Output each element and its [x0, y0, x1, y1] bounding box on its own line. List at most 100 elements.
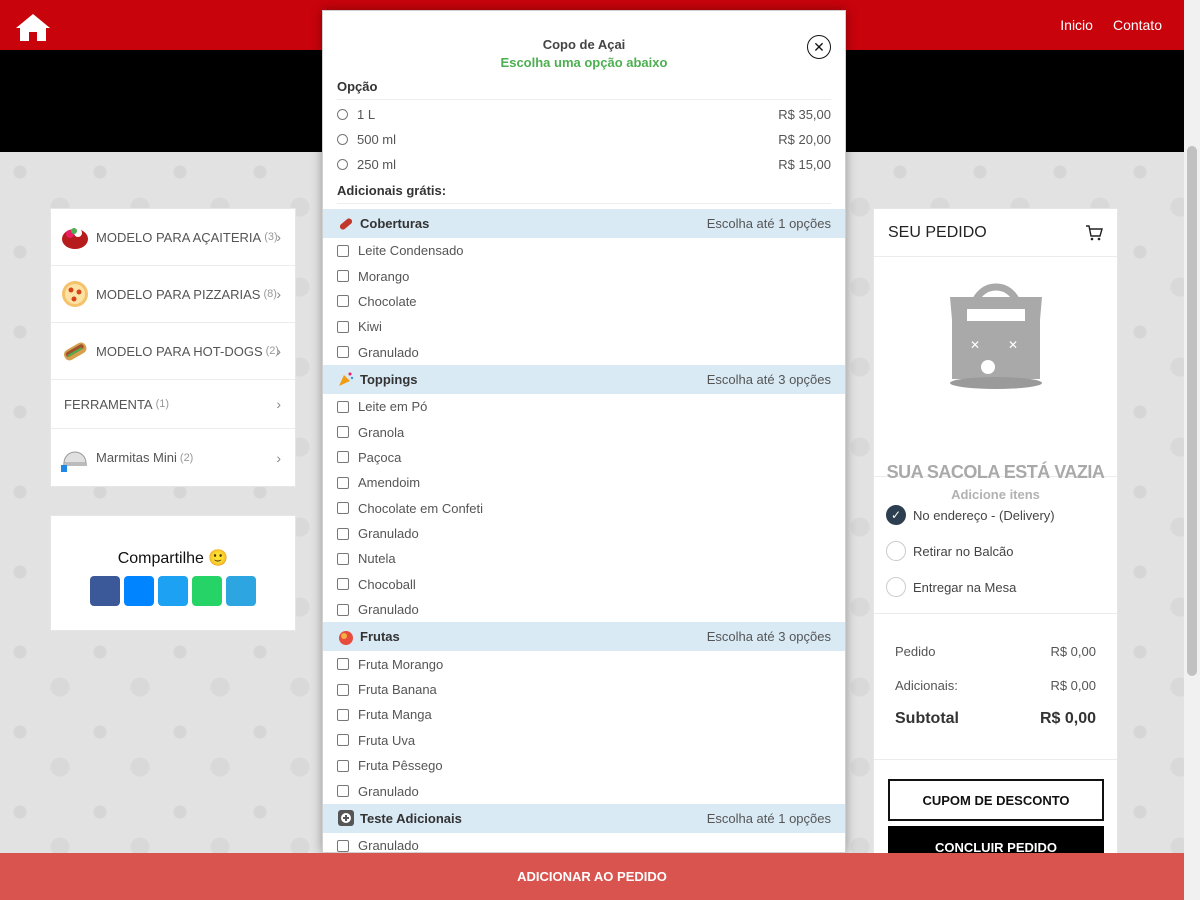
telegram-icon[interactable]: [226, 576, 256, 606]
checkbox[interactable]: [337, 734, 349, 747]
checkbox[interactable]: [337, 426, 349, 439]
nav-link-contato[interactable]: Contato: [1113, 17, 1162, 33]
radio-circle-icon[interactable]: [886, 577, 906, 597]
addon-item[interactable]: Amendoim: [323, 470, 845, 495]
addon-item[interactable]: Fruta Uva: [323, 728, 845, 753]
chevron-right-icon: ›: [276, 343, 281, 359]
category-item-acaiteria[interactable]: MODELO PARA AÇAITERIA (3) ›: [51, 209, 295, 266]
checkbox[interactable]: [337, 785, 349, 798]
category-item-hotdogs[interactable]: MODELO PARA HOT-DOGS (2) ›: [51, 323, 295, 380]
checkbox[interactable]: [337, 658, 349, 671]
addon-item[interactable]: Granulado: [323, 340, 845, 365]
delivery-option-label: Entregar na Mesa: [913, 579, 1017, 595]
checkbox[interactable]: [337, 451, 349, 464]
addon-group-header: Coberturas Escolha até 1 opções: [323, 209, 845, 238]
addon-item[interactable]: Fruta Morango: [323, 651, 845, 676]
addon-group-limit: Escolha até 1 opções: [706, 810, 831, 826]
addon-item[interactable]: Fruta Pêssego: [323, 753, 845, 778]
addon-item[interactable]: Kiwi: [323, 314, 845, 339]
checkbox[interactable]: [337, 400, 349, 413]
addon-item[interactable]: Chocolate: [323, 289, 845, 314]
messenger-icon[interactable]: [124, 576, 154, 606]
nav-link-inicio[interactable]: Inicio: [1060, 17, 1093, 33]
addon-item-label: Fruta Banana: [358, 682, 437, 698]
addon-group-limit: Escolha até 3 opções: [706, 629, 831, 645]
category-count: (2): [179, 451, 194, 464]
facebook-icon[interactable]: [90, 576, 120, 606]
coupon-button[interactable]: CUPOM DE DESCONTO: [888, 779, 1104, 821]
addon-item[interactable]: Nutela: [323, 546, 845, 571]
checkbox[interactable]: [337, 295, 349, 308]
delivery-option-table[interactable]: Entregar na Mesa: [886, 569, 1105, 605]
addon-item[interactable]: Leite Condensado: [323, 238, 845, 263]
checkbox[interactable]: [337, 708, 349, 721]
addon-group-name: Coberturas: [360, 216, 430, 231]
addon-item-label: Granulado: [358, 526, 419, 542]
size-option[interactable]: 500 ml R$ 20,00: [323, 127, 845, 152]
delivery-option-address[interactable]: ✓ No endereço - (Delivery): [886, 497, 1105, 533]
checkbox[interactable]: [337, 346, 349, 359]
addon-item[interactable]: Leite em Pó: [323, 394, 845, 419]
checkbox[interactable]: [337, 759, 349, 772]
subtotal-label: Subtotal: [895, 710, 959, 727]
order-header: SEU PEDIDO: [874, 209, 1117, 257]
cart-icon[interactable]: [1085, 224, 1103, 241]
option-label: 500 ml: [357, 132, 397, 147]
empty-bag-area: ✕ ✕ SUA SACOLA ESTÁ VAZIA Adicione itens: [874, 257, 1117, 502]
addon-item[interactable]: Granulado: [323, 833, 845, 853]
radio-button[interactable]: [337, 134, 348, 145]
addon-item[interactable]: Granulado: [323, 521, 845, 546]
addon-item[interactable]: Granola: [323, 419, 845, 444]
radio-button[interactable]: [337, 159, 348, 170]
radio-circle-icon[interactable]: [886, 541, 906, 561]
addon-item[interactable]: Granulado: [323, 597, 845, 622]
size-option[interactable]: 250 ml R$ 15,00: [323, 152, 845, 177]
option-label: 250 ml: [357, 157, 397, 172]
addon-item-label: Leite em Pó: [358, 399, 428, 415]
checkbox[interactable]: [337, 320, 349, 333]
category-item-pizzarias[interactable]: MODELO PARA PIZZARIAS (8) ›: [51, 266, 295, 323]
delivery-option-label: No endereço - (Delivery): [913, 507, 1055, 523]
addon-item-label: Kiwi: [358, 319, 382, 335]
whatsapp-icon[interactable]: [192, 576, 222, 606]
subtotal-row: Subtotal R$ 0,00: [895, 702, 1096, 736]
addon-item[interactable]: Granulado: [323, 778, 845, 803]
checkbox[interactable]: [337, 839, 349, 852]
pizza-icon: [62, 281, 88, 307]
addon-item-label: Granulado: [358, 838, 419, 853]
addon-item[interactable]: Chocolate em Confeti: [323, 496, 845, 521]
share-panel: Compartilhe 🙂: [50, 515, 296, 631]
checkbox[interactable]: [337, 502, 349, 515]
page-scrollbar[interactable]: [1184, 0, 1200, 900]
chevron-right-icon: ›: [276, 286, 281, 302]
category-item-marmitas[interactable]: Marmitas Mini (2) ›: [51, 429, 295, 486]
category-item-ferramenta[interactable]: FERRAMENTA (1) ›: [51, 380, 295, 429]
addon-group-name: Frutas: [360, 629, 400, 645]
checkbox[interactable]: [337, 270, 349, 283]
checkbox[interactable]: [337, 527, 349, 540]
pedido-row: Pedido R$ 0,00: [895, 634, 1096, 668]
addon-item[interactable]: Fruta Manga: [323, 702, 845, 727]
checkbox[interactable]: [337, 603, 349, 616]
checkbox[interactable]: [337, 578, 349, 591]
addon-item[interactable]: Fruta Banana: [323, 677, 845, 702]
adicionais-value: R$ 0,00: [1050, 677, 1096, 693]
addon-item[interactable]: Paçoca: [323, 445, 845, 470]
plus-box-icon: [338, 810, 354, 827]
delivery-option-pickup[interactable]: Retirar no Balcão: [886, 533, 1105, 569]
check-circle-icon[interactable]: ✓: [886, 505, 906, 525]
twitter-icon[interactable]: [158, 576, 188, 606]
close-icon[interactable]: ✕: [807, 35, 831, 59]
addon-item[interactable]: Chocoball: [323, 572, 845, 597]
size-option[interactable]: 1 L R$ 35,00: [323, 102, 845, 127]
addon-item[interactable]: Morango: [323, 263, 845, 288]
checkbox[interactable]: [337, 244, 349, 257]
checkbox[interactable]: [337, 476, 349, 489]
scrollbar-thumb[interactable]: [1187, 146, 1197, 676]
checkbox[interactable]: [337, 683, 349, 696]
home-icon[interactable]: [14, 12, 52, 42]
add-to-order-button[interactable]: ADICIONAR AO PEDIDO: [0, 853, 1184, 900]
checkbox[interactable]: [337, 552, 349, 565]
addon-group-header: Teste Adicionais Escolha até 1 opções: [323, 803, 845, 833]
radio-button[interactable]: [337, 109, 348, 120]
